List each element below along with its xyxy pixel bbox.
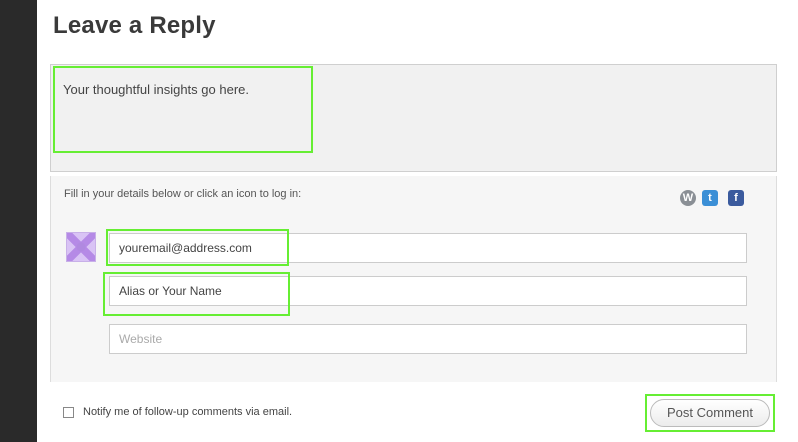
name-field[interactable]: Alias or Your Name <box>109 276 747 306</box>
notify-checkbox[interactable] <box>63 407 74 418</box>
comment-highlight <box>53 66 313 153</box>
facebook-icon[interactable]: f <box>728 190 744 206</box>
comment-textarea[interactable]: Your thoughtful insights go here. <box>50 64 777 172</box>
page-title: Leave a Reply <box>53 12 216 39</box>
details-instructions: Fill in your details below or click an i… <box>64 188 302 200</box>
details-panel: Fill in your details below or click an i… <box>50 176 777 382</box>
website-field[interactable]: Website <box>109 324 747 354</box>
comment-form-page: Leave a Reply Your thoughtful insights g… <box>37 0 798 442</box>
notify-label: Notify me of follow-up comments via emai… <box>83 406 293 418</box>
twitter-icon[interactable]: t <box>702 190 718 206</box>
post-comment-button[interactable]: Post Comment <box>650 399 770 427</box>
wordpress-icon[interactable]: W <box>680 190 696 206</box>
form-footer: Notify me of follow-up comments via emai… <box>50 382 777 442</box>
email-field[interactable]: youremail@address.com <box>109 233 747 263</box>
comment-textarea-value: Your thoughtful insights go here. <box>63 82 249 97</box>
avatar <box>66 232 96 262</box>
